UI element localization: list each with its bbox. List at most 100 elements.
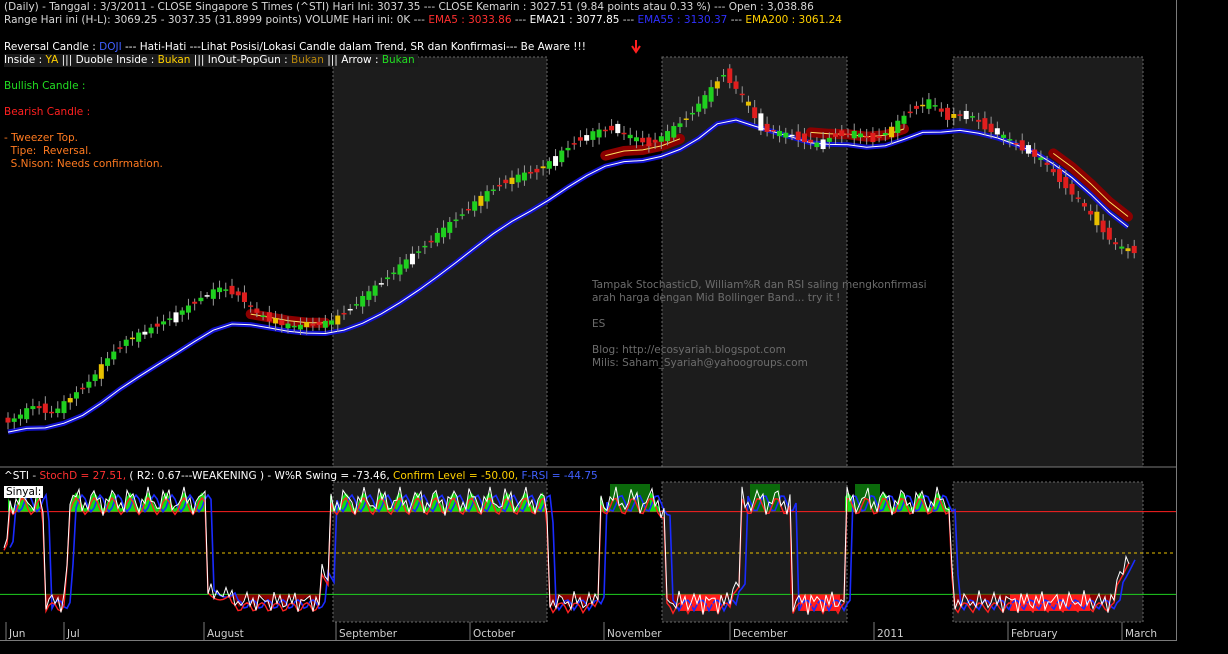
candle-body [889, 126, 895, 138]
duoble-value: Bukan [157, 54, 191, 66]
period-label: (Daily) [4, 1, 39, 13]
x-axis-label: Jul [66, 628, 80, 640]
candle-body [484, 191, 490, 202]
candle-body [129, 337, 135, 340]
price-zone [952, 56, 1144, 468]
candle-body [876, 135, 882, 139]
x-axis-label: March [1125, 628, 1157, 640]
candle-body [185, 305, 191, 313]
candle-body [297, 324, 303, 330]
stoch-value: StochD = 27.51, [39, 470, 127, 482]
candle-body [92, 374, 98, 381]
candle-body [1050, 169, 1056, 173]
candle-body [409, 253, 415, 265]
candle-body [565, 147, 571, 151]
watermark-line-3: ES [592, 318, 606, 330]
candle-body [204, 295, 210, 297]
candle-body [86, 381, 92, 388]
candle-body [814, 142, 820, 148]
candle-body [441, 227, 447, 238]
candle-body [1106, 227, 1112, 240]
candle-body [515, 174, 521, 183]
candle-body [148, 327, 154, 334]
candle-body [571, 143, 577, 145]
candle-body [179, 310, 185, 315]
candle-body [273, 318, 279, 324]
candle-body [98, 364, 104, 379]
candle-body [609, 125, 615, 131]
inside-line: Inside : YA ||| Duoble Inside : Bukan ||… [4, 54, 418, 67]
reversal-value: DOJI [99, 41, 122, 53]
candle-body [1063, 177, 1069, 189]
candle-body [770, 129, 776, 132]
candle-body [801, 133, 807, 143]
candle-body [416, 251, 422, 253]
candle-body [1088, 210, 1094, 215]
candle-body [546, 161, 552, 169]
x-axis-label: October [473, 628, 516, 640]
candle-body [17, 414, 23, 419]
x-axis-label: August [207, 628, 244, 640]
candle-body [932, 105, 938, 107]
candle-body [428, 240, 434, 243]
candle-body [584, 135, 590, 141]
candle-body [1001, 134, 1007, 138]
candle-body [490, 189, 496, 192]
candle-body [42, 403, 48, 413]
candle-body [857, 133, 863, 138]
candle-body [808, 139, 814, 143]
candle-body [503, 179, 509, 184]
candle-body [870, 133, 876, 143]
candle-body [640, 137, 646, 143]
candle-body [528, 171, 534, 174]
watermark-line-4: Blog: http://ecosyariah.blogspot.com [592, 344, 786, 356]
candle-body [329, 320, 335, 325]
candle-body [982, 118, 988, 130]
candle-body [1038, 157, 1044, 160]
candle-body [105, 358, 111, 366]
candle-body [11, 418, 17, 422]
candle-body [689, 112, 695, 115]
candle-body [764, 123, 770, 132]
candle-body [988, 123, 994, 133]
candle-body [465, 208, 471, 211]
candle-body [696, 103, 702, 112]
candle-body [602, 129, 608, 132]
candle-body [30, 406, 36, 410]
candle-body [739, 93, 745, 96]
close-info: CLOSE Singapore S Times (^STI) Hari Ini:… [157, 1, 814, 13]
snison-label: S.Nison: Needs confirmation. [4, 158, 163, 170]
candle-body [217, 287, 223, 293]
candle-body [795, 131, 801, 141]
candle-body [497, 184, 503, 187]
bearish-label: Bearish Candle : [4, 106, 91, 118]
x-axis-label: February [1011, 628, 1058, 640]
candle-body [658, 136, 664, 142]
candle-body [1119, 246, 1125, 249]
candle-body [478, 195, 484, 206]
candle-body [123, 339, 129, 346]
separator: ||| [190, 54, 208, 66]
wr-value: - W%R Swing = -73.46, [264, 470, 390, 482]
chart-area: Jun Jul August September October November Dece… [0, 0, 1177, 641]
candle-body [727, 68, 733, 84]
r2-value: ( R2: 0.67---WEAKENING ) [126, 470, 265, 482]
candle-body [1113, 242, 1119, 245]
candle-body [434, 232, 440, 243]
candle-body [235, 291, 241, 296]
inside-value: YA [45, 54, 59, 66]
ema21-value: EMA21 : 3077.85 [529, 14, 620, 26]
separator: --- [511, 14, 530, 26]
candle-body [1069, 183, 1075, 195]
candle-body [198, 297, 204, 302]
candle-body [254, 308, 260, 313]
candle-body [969, 116, 975, 118]
watermark-line-1: Tampak StochasticD, William%R dan RSI sa… [592, 279, 927, 291]
candle-body [49, 411, 55, 414]
header-line-2: Range Hari ini (H-L): 3069.25 - 3037.35 … [4, 14, 842, 27]
candle-body [397, 264, 403, 275]
down-arrow-icon [631, 40, 641, 54]
candle-body [154, 323, 160, 327]
indicator-symbol: ^STI [4, 470, 29, 482]
candle-body [702, 95, 708, 109]
